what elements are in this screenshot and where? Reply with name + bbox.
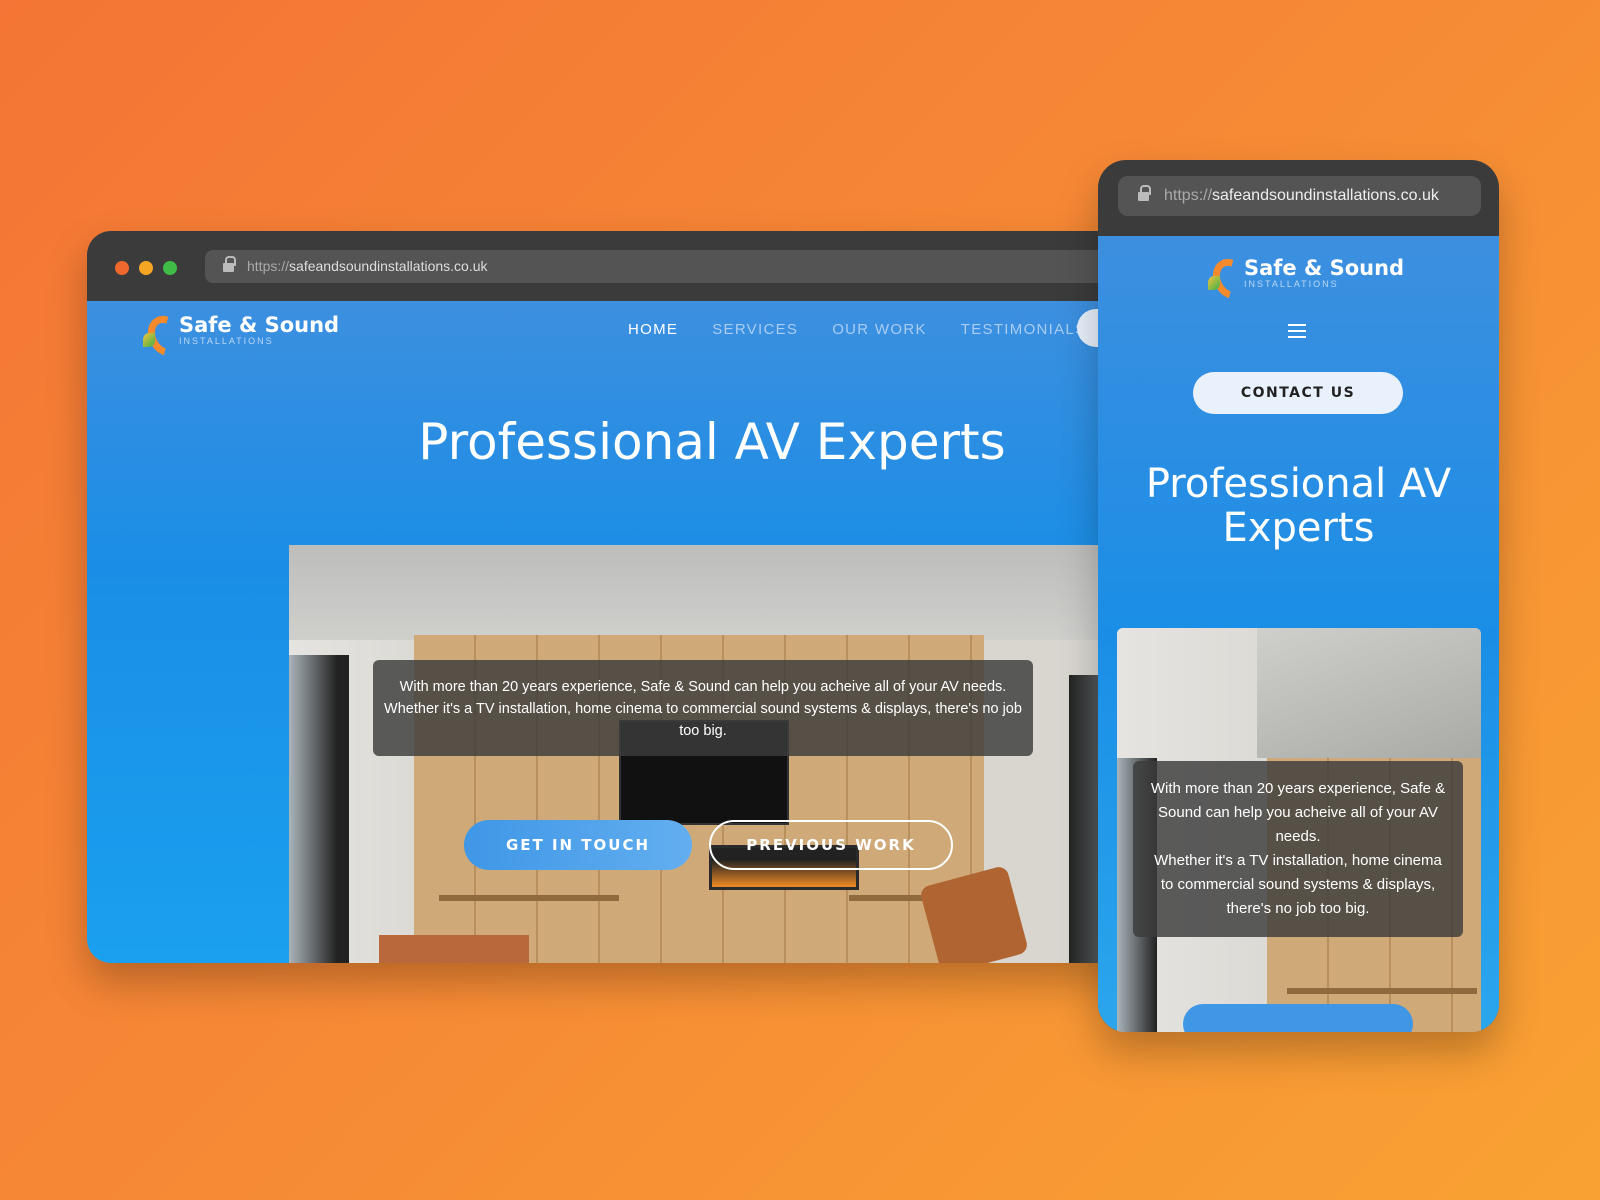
site-logo[interactable]: Safe & Sound INSTALLATIONS [143, 313, 339, 347]
get-in-touch-button[interactable]: GET IN TOUCH [464, 820, 692, 870]
main-nav: HOME SERVICES OUR WORK TESTIMONIALS [628, 321, 1086, 338]
logo-mark-icon [1208, 256, 1238, 290]
mobile-browser-toolbar: https://safeandsoundinstallations.co.uk [1098, 160, 1499, 236]
hero-title: Professional AV Experts [418, 413, 1006, 471]
browser-toolbar: https://safeandsoundinstallations.co.uk [87, 231, 1127, 301]
desktop-browser-mockup: https://safeandsoundinstallations.co.uk … [87, 231, 1127, 963]
previous-work-button[interactable]: PREVIOUS WORK [709, 820, 953, 870]
nav-our-work[interactable]: OUR WORK [832, 321, 927, 338]
mobile-hero-title: Professional AV Experts [1145, 461, 1452, 551]
nav-home[interactable]: HOME [628, 321, 678, 338]
maximize-window-button[interactable] [163, 261, 177, 275]
close-window-button[interactable] [115, 261, 129, 275]
mobile-address-bar[interactable]: https://safeandsoundinstallations.co.uk [1118, 176, 1481, 216]
contact-us-button[interactable]: CONTACT US [1193, 372, 1403, 414]
website-desktop: Safe & Sound INSTALLATIONS HOME SERVICES… [87, 301, 1127, 963]
hamburger-icon[interactable] [1288, 324, 1306, 338]
lock-icon [223, 256, 236, 273]
mobile-get-in-touch-button[interactable] [1183, 1004, 1413, 1032]
nav-testimonials[interactable]: TESTIMONIALS [961, 321, 1087, 338]
website-mobile: Safe & Sound INSTALLATIONS CONTACT US Pr… [1098, 236, 1499, 1032]
nav-services[interactable]: SERVICES [712, 321, 798, 338]
address-bar[interactable]: https://safeandsoundinstallations.co.uk [205, 250, 1127, 283]
lock-icon [1138, 185, 1151, 202]
mobile-intro-text-box: With more than 20 years experience, Safe… [1133, 761, 1463, 937]
minimize-window-button[interactable] [139, 261, 153, 275]
intro-text-box: With more than 20 years experience, Safe… [373, 660, 1033, 756]
mobile-browser-mockup: https://safeandsoundinstallations.co.uk … [1098, 160, 1499, 1032]
logo-mark-icon [143, 313, 173, 347]
mobile-site-logo[interactable]: Safe & Sound INSTALLATIONS [1208, 256, 1404, 290]
